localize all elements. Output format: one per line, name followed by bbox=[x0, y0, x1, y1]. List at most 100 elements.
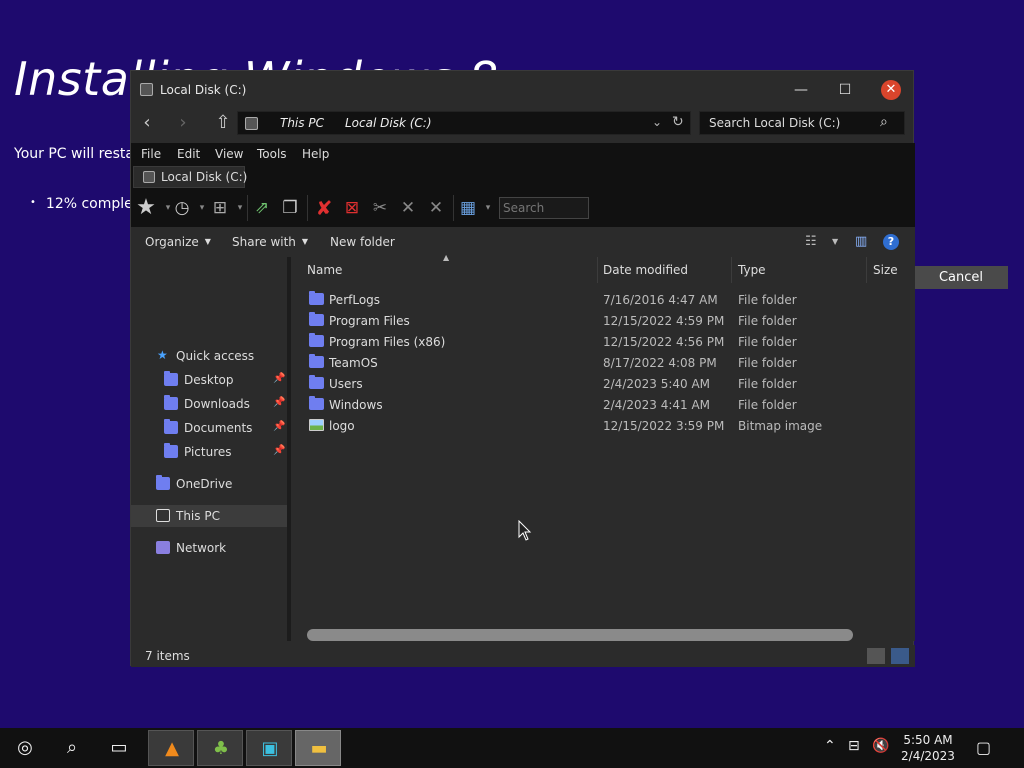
nav-documents[interactable]: Documents 📌 bbox=[131, 417, 287, 439]
menu-tools[interactable]: Tools bbox=[257, 147, 287, 161]
nav-label: Documents bbox=[184, 421, 253, 435]
search-icon[interactable]: ⌕ bbox=[880, 114, 888, 130]
share-with-button[interactable]: Share with ▼ bbox=[232, 235, 308, 249]
file-name: Program Files bbox=[329, 314, 410, 328]
file-row[interactable]: PerfLogs 7/16/2016 4:47 AM File folder bbox=[291, 289, 915, 310]
refresh-icon[interactable]: ↻ bbox=[672, 114, 684, 130]
chevron-up-icon[interactable]: ⌃ bbox=[824, 738, 836, 754]
column-header-date-modified[interactable]: Date modified bbox=[597, 257, 731, 283]
up-arrow-icon[interactable]: ⇧ bbox=[213, 113, 233, 133]
search-input[interactable] bbox=[700, 112, 874, 134]
toolbar-search-input[interactable] bbox=[499, 197, 589, 219]
file-row[interactable]: Program Files 12/15/2022 4:59 PM File fo… bbox=[291, 310, 915, 331]
cancel-button[interactable]: Cancel bbox=[914, 266, 1008, 289]
address-row: ‹ › ⇧ This PC Local Disk (C:) ⌄ ↻ ⌕ bbox=[131, 109, 915, 137]
breadcrumb-local-disk[interactable]: Local Disk (C:) bbox=[345, 116, 432, 130]
redo-icon[interactable]: ✕ bbox=[425, 197, 447, 219]
taskbar-app-installer[interactable]: ▣ bbox=[246, 730, 292, 766]
file-date: 7/16/2016 4:47 AM bbox=[603, 293, 718, 307]
file-name: TeamOS bbox=[329, 356, 378, 370]
change-view-icon[interactable]: ☷ bbox=[805, 234, 817, 249]
help-icon[interactable]: ? bbox=[883, 234, 899, 250]
nav-label: Downloads bbox=[184, 397, 250, 411]
new-folder-button[interactable]: New folder bbox=[330, 235, 395, 249]
delete-icon[interactable]: ✘ bbox=[313, 197, 335, 219]
minimize-button[interactable]: — bbox=[789, 79, 813, 101]
notification-icon[interactable]: ▢ bbox=[976, 738, 991, 757]
pin-icon[interactable]: 📌 bbox=[273, 373, 285, 384]
start-menu-icon[interactable]: ◎ bbox=[2, 728, 48, 768]
file-row[interactable]: TeamOS 8/17/2022 4:08 PM File folder bbox=[291, 352, 915, 373]
toolbar-separator bbox=[247, 195, 248, 221]
organize-button[interactable]: Organize ▼ bbox=[145, 235, 211, 249]
taskbar-app-tree[interactable]: ♣ bbox=[197, 730, 243, 766]
column-header-type[interactable]: Type bbox=[732, 257, 866, 283]
history-clock-icon[interactable]: ◷ bbox=[171, 197, 193, 219]
cut-icon[interactable]: ✂ bbox=[369, 197, 391, 219]
favorites-star-icon[interactable]: ★ bbox=[135, 197, 157, 219]
window-title: Local Disk (C:) bbox=[160, 83, 247, 97]
computer-icon bbox=[156, 509, 170, 522]
file-row[interactable]: logo 12/15/2022 3:59 PM Bitmap image bbox=[291, 415, 915, 436]
folder-icon bbox=[309, 354, 324, 368]
clock[interactable]: 5:50 AM 2/4/2023 bbox=[894, 732, 962, 764]
task-view-icon[interactable]: ▭ bbox=[96, 728, 142, 768]
taskbar-app-file-explorer[interactable]: ▬ bbox=[295, 730, 341, 766]
menu-help[interactable]: Help bbox=[302, 147, 329, 161]
organize-label: Organize bbox=[145, 235, 199, 249]
chevron-down-icon[interactable]: ▼ bbox=[832, 237, 838, 246]
nav-pictures[interactable]: Pictures 📌 bbox=[131, 441, 287, 463]
menu-edit[interactable]: Edit bbox=[177, 147, 200, 161]
network-disconnected-icon[interactable]: ⊟ bbox=[848, 738, 860, 754]
address-bar[interactable]: This PC Local Disk (C:) ⌄ ↻ bbox=[237, 111, 691, 135]
chevron-down-icon[interactable]: ▾ bbox=[477, 197, 499, 219]
pin-icon[interactable]: 📌 bbox=[273, 397, 285, 408]
nav-quick-access[interactable]: ★ Quick access bbox=[131, 345, 287, 367]
large-icons-view-icon[interactable] bbox=[891, 648, 909, 664]
taskbar-app-vlc[interactable]: ▲ bbox=[148, 730, 194, 766]
search-icon[interactable]: ⌕ bbox=[49, 728, 95, 768]
file-row[interactable]: Program Files (x86) 12/15/2022 4:56 PM F… bbox=[291, 331, 915, 352]
pin-icon[interactable]: 📌 bbox=[273, 421, 285, 432]
file-row[interactable]: Windows 2/4/2023 4:41 AM File folder bbox=[291, 394, 915, 415]
nav-network[interactable]: Network bbox=[131, 537, 287, 559]
back-arrow-icon[interactable]: ‹ bbox=[137, 113, 157, 133]
menu-bar: File Edit View Tools Help bbox=[131, 143, 915, 165]
nav-this-pc[interactable]: This PC bbox=[131, 505, 287, 527]
file-name: PerfLogs bbox=[329, 293, 381, 307]
volume-muted-icon[interactable]: 🔇 bbox=[872, 738, 889, 754]
view-details-icon[interactable]: ▦ bbox=[457, 197, 479, 219]
nav-downloads[interactable]: Downloads 📌 bbox=[131, 393, 287, 415]
windows-flag-icon[interactable]: ⊞ bbox=[209, 197, 231, 219]
title-bar[interactable]: Local Disk (C:) — ☐ ✕ bbox=[131, 71, 913, 109]
maximize-button[interactable]: ☐ bbox=[833, 79, 857, 101]
delete-permanent-icon[interactable]: ⊠ bbox=[341, 197, 363, 219]
navigation-pane: ★ Quick access Desktop 📌 Downloads 📌 Doc… bbox=[131, 257, 287, 641]
copy-to-icon[interactable]: ❐ bbox=[279, 197, 301, 219]
file-date: 8/17/2022 4:08 PM bbox=[603, 356, 717, 370]
breadcrumb-this-pc[interactable]: This PC bbox=[280, 116, 324, 130]
menu-view[interactable]: View bbox=[215, 147, 243, 161]
clock-time: 5:50 AM bbox=[903, 733, 953, 747]
bullet-icon: • bbox=[30, 197, 36, 208]
chevron-down-icon[interactable]: ⌄ bbox=[652, 115, 662, 129]
close-button[interactable]: ✕ bbox=[881, 80, 901, 100]
file-row[interactable]: Users 2/4/2023 5:40 AM File folder bbox=[291, 373, 915, 394]
preview-pane-icon[interactable]: ▥ bbox=[855, 234, 867, 249]
column-header-size[interactable]: Size bbox=[867, 257, 915, 283]
details-view-icon[interactable] bbox=[867, 648, 885, 664]
move-to-icon[interactable]: ⇗ bbox=[251, 197, 273, 219]
forward-arrow-icon[interactable]: › bbox=[173, 113, 193, 133]
scrollbar-thumb[interactable] bbox=[307, 629, 853, 641]
file-date: 2/4/2023 5:40 AM bbox=[603, 377, 711, 391]
horizontal-scrollbar[interactable] bbox=[291, 627, 913, 641]
nav-onedrive[interactable]: OneDrive bbox=[131, 473, 287, 495]
share-with-label: Share with bbox=[232, 235, 296, 249]
nav-desktop[interactable]: Desktop 📌 bbox=[131, 369, 287, 391]
tab-local-disk[interactable]: Local Disk (C:) bbox=[133, 166, 247, 188]
pin-icon[interactable]: 📌 bbox=[273, 445, 285, 456]
undo-icon[interactable]: ✕ bbox=[397, 197, 419, 219]
nav-label: Pictures bbox=[184, 445, 232, 459]
menu-file[interactable]: File bbox=[141, 147, 161, 161]
column-header-name[interactable]: Name bbox=[301, 257, 597, 283]
